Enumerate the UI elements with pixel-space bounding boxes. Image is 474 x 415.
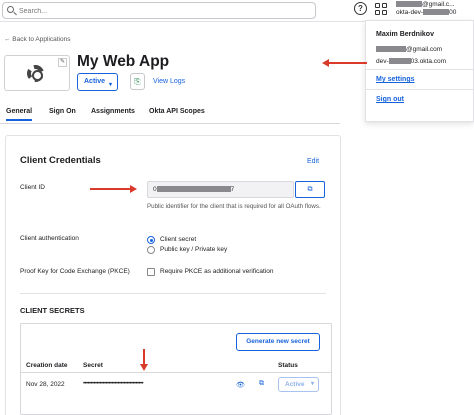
generate-new-secret-button[interactable]: Generate new secret [236, 333, 320, 351]
menu-divider [366, 69, 474, 70]
account-email: @gmail.c... [396, 1, 474, 9]
edit-logo-icon[interactable]: ✎ [58, 58, 67, 67]
pkce-checkbox-label: Require PKCE as additional verification [160, 268, 274, 275]
edit-credentials-link[interactable]: Edit [307, 158, 319, 165]
account-org: okta-dev- 00 [396, 9, 474, 17]
user-email-suffix: @gmail.com [406, 46, 443, 53]
col-creation-date: Creation date [26, 362, 68, 369]
tab-general[interactable]: General [6, 108, 33, 121]
client-id-field[interactable]: 07 [147, 181, 294, 198]
tab-okta-api-scopes[interactable]: Okta API Scopes [149, 108, 205, 115]
user-org: dev- 03.okta.com [376, 58, 446, 65]
redacted-block [396, 1, 422, 7]
pkce-checkbox[interactable] [147, 268, 155, 276]
redacted-block [376, 46, 406, 52]
secret-creation-date: Nov 28, 2022 [26, 381, 65, 388]
card-title: Client Credentials [20, 155, 101, 166]
chevron-down-icon: ▾ [108, 82, 112, 88]
account-email-text: @gmail.c... [422, 1, 455, 8]
redacted-block [423, 9, 450, 15]
my-settings-link[interactable]: My settings [376, 76, 415, 83]
view-logs-icon[interactable]: ⎘ [130, 73, 145, 90]
user-name: Maxim Berdnikov [376, 31, 434, 38]
app-status-label: Active [84, 78, 106, 85]
gear-icon [27, 65, 44, 82]
client-id-suffix: 7 [230, 186, 235, 193]
app-tabs: General Sign On Assignments Okta API Sco… [0, 104, 340, 124]
radio-client-secret-label: Client secret [160, 236, 197, 243]
app-status-dropdown[interactable]: Active ▾ [77, 73, 118, 91]
client-id-label: Client ID [20, 184, 45, 191]
annotation-arrow-secret [140, 349, 148, 371]
tab-sign-on[interactable]: Sign On [49, 108, 76, 115]
copy-client-id-button[interactable]: ⧉ [295, 181, 325, 198]
view-logs-link[interactable]: View Logs [153, 78, 185, 85]
client-id-hint: Public identifier for the client that is… [147, 203, 321, 210]
secret-status-dropdown[interactable]: Active ▾ [278, 377, 319, 392]
table-header-divider [21, 372, 331, 373]
account-org-prefix: okta-dev- [396, 9, 424, 16]
user-org-prefix: dev- [376, 58, 389, 65]
apps-grid-icon[interactable] [375, 3, 387, 15]
redacted-block [156, 186, 231, 192]
menu-divider [366, 89, 474, 90]
secret-status-label: Active [285, 381, 305, 388]
search-box[interactable] [2, 2, 316, 19]
user-org-suffix: 03.okta.com [410, 58, 447, 65]
col-status: Status [278, 362, 298, 369]
search-icon [7, 6, 14, 13]
radio-selected-icon [147, 236, 155, 244]
col-secret: Secret [83, 362, 103, 369]
copy-icon: ⧉ [307, 186, 313, 193]
client-credentials-card: Client Credentials Edit Client ID 07 ⧉ P… [5, 135, 341, 415]
back-to-applications-link[interactable]: ← Back to Applications [4, 36, 70, 43]
secret-masked-value: •••••••••••••••••••••••••••••••••••••••• [83, 381, 144, 387]
account-summary[interactable]: @gmail.c... okta-dev- 00 [396, 1, 474, 17]
annotation-arrow-org-url [322, 59, 367, 67]
app-title: My Web App [77, 53, 170, 70]
tab-assignments[interactable]: Assignments [91, 108, 135, 115]
radio-public-key-label: Public key / Private key [160, 246, 228, 253]
top-bar: ? @gmail.c... okta-dev- 00 [0, 0, 474, 22]
sign-out-link[interactable]: Sign out [376, 96, 404, 103]
redacted-block [388, 58, 411, 64]
pkce-label: Proof Key for Code Exchange (PKCE) [20, 268, 130, 275]
user-email: @gmail.com [376, 46, 442, 53]
radio-unselected-icon [147, 246, 155, 254]
search-input[interactable] [19, 5, 309, 17]
app-logo: ✎ [4, 55, 70, 91]
copy-secret-icon[interactable]: ⧉ [259, 380, 264, 388]
eye-icon[interactable]: 👁 [236, 381, 245, 389]
chevron-down-icon: ▾ [310, 381, 314, 387]
client-secrets-title: CLIENT SECRETS [20, 306, 85, 315]
help-icon[interactable]: ? [354, 2, 367, 15]
account-org-suffix: 00 [449, 9, 457, 16]
annotation-arrow-client-id [90, 185, 137, 193]
section-divider [20, 293, 326, 294]
client-auth-label: Client authentication [20, 235, 79, 242]
user-menu: Maxim Berdnikov @gmail.com dev- 03.okta.c… [365, 20, 474, 122]
